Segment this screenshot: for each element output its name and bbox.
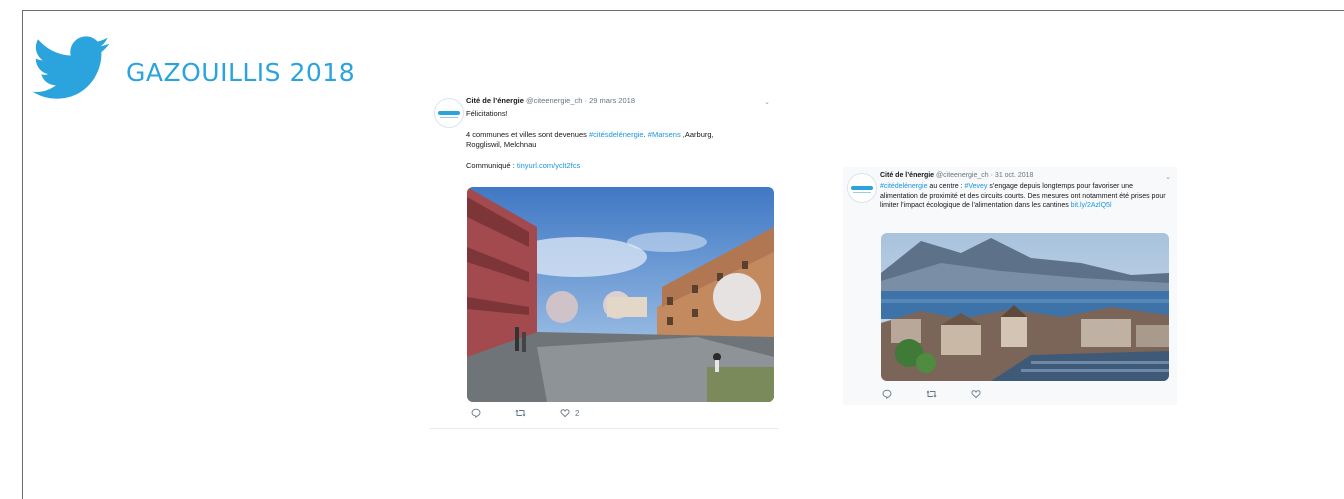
tweet-photo[interactable] <box>881 233 1169 381</box>
handle[interactable]: @citeenergie_ch <box>936 172 989 179</box>
tweet-header: Cité de l’énergie @citeenergie_ch · 31 o… <box>880 172 1033 179</box>
heart-icon <box>560 409 570 418</box>
text-line: #citédelénergie au centre : #Vevey s’eng… <box>880 182 1168 211</box>
page-title: GAZOUILLIS 2018 <box>126 58 356 87</box>
reply-icon <box>882 389 892 399</box>
reply-button[interactable] <box>471 408 481 418</box>
like-button[interactable] <box>971 389 981 399</box>
handle[interactable]: @citeenergie_ch <box>526 96 582 105</box>
tweet-header: Cité de l’énergie @citeenergie_ch · 29 m… <box>466 96 635 105</box>
tweet-date[interactable]: 31 oct. 2018 <box>995 172 1034 179</box>
avatar[interactable] <box>434 98 464 128</box>
tweet-card[interactable]: Cité de l’énergie @citeenergie_ch · 29 m… <box>430 92 778 429</box>
chevron-down-icon[interactable]: ⌄ <box>1165 173 1171 181</box>
text-span: 4 communes et villes sont devenues <box>466 129 589 139</box>
retweet-icon <box>515 409 526 417</box>
tweet-text: Félicitations! 4 communes et villes sont… <box>466 109 766 171</box>
text-span: ,Aarburg, <box>680 129 714 139</box>
url-link[interactable]: tinyurl.com/yclt2fcs <box>517 161 580 170</box>
text-line: Communiqué : tinyurl.com/yclt2fcs <box>466 161 766 172</box>
hashtag-link[interactable]: #citésdelénergie <box>589 130 644 139</box>
like-button[interactable]: 2 <box>560 408 579 418</box>
tweet-card[interactable]: Cité de l’énergie @citeenergie_ch · 31 o… <box>843 167 1177 405</box>
chevron-down-icon[interactable]: ⌄ <box>764 98 770 106</box>
url-link[interactable]: bit.ly/2AzlQ5l <box>1071 202 1112 209</box>
tweet-text: #citédelénergie au centre : #Vevey s’eng… <box>880 182 1168 211</box>
hashtag-link[interactable]: #Marsens <box>648 130 681 139</box>
text-line: Roggliswil, Melchnau <box>466 140 537 149</box>
retweet-button[interactable] <box>926 389 937 399</box>
account-name[interactable]: Cité de l’énergie <box>880 172 934 179</box>
avatar[interactable] <box>847 173 877 203</box>
reply-icon <box>471 408 481 418</box>
retweet-button[interactable] <box>515 408 526 418</box>
separator: · <box>990 172 993 179</box>
text-line: 4 communes et villes sont devenues #cité… <box>466 130 766 141</box>
hashtag-link[interactable]: #citédelénergie <box>880 183 927 190</box>
separator: · <box>584 96 588 105</box>
hashtag-link[interactable]: #Vevey <box>964 183 987 190</box>
heart-icon <box>971 390 981 399</box>
account-name[interactable]: Cité de l’énergie <box>466 96 524 105</box>
tweet-photo[interactable] <box>467 187 774 402</box>
twitter-bird-icon <box>32 36 110 99</box>
retweet-icon <box>926 390 937 398</box>
tweet-actions <box>882 389 1015 399</box>
text-span: au centre : <box>927 183 965 190</box>
reply-button[interactable] <box>882 389 892 399</box>
tweet-date[interactable]: 29 mars 2018 <box>589 96 635 105</box>
tweet-actions: 2 <box>471 408 613 418</box>
link-label: Communiqué : <box>466 160 517 170</box>
like-count: 2 <box>575 408 580 418</box>
text-line: Félicitations! <box>466 109 508 118</box>
